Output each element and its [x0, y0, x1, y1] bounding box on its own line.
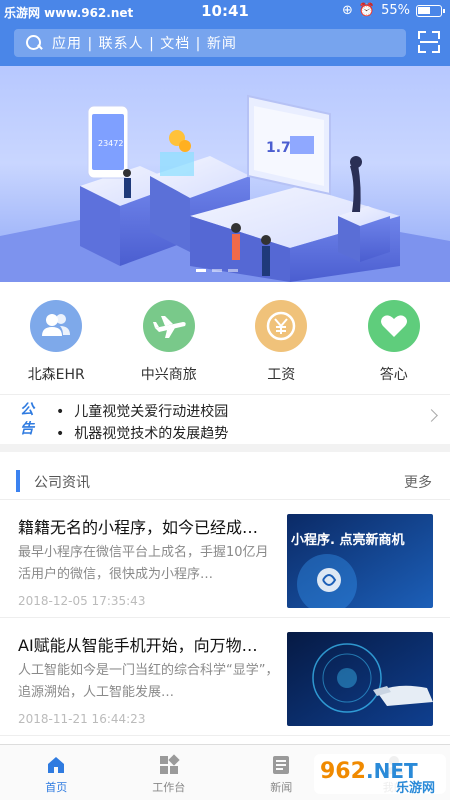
quick-label: 北森EHR: [27, 367, 85, 383]
lock-rotation-icon: ⊕: [342, 3, 353, 18]
section-title: 公司资讯: [34, 475, 90, 491]
watermark-number: 962: [320, 759, 366, 784]
tab-label: 工作台: [152, 781, 186, 794]
svg-text:23472: 23472: [98, 139, 123, 148]
notice-badge: 公告: [20, 402, 34, 437]
search-bar[interactable]: 应用 | 联系人 | 文档 | 新闻: [14, 29, 406, 57]
battery-icon: [416, 4, 445, 17]
banner-illustration: 23472 1.7: [0, 94, 450, 282]
news-item[interactable]: AI赋能从智能手机开始，向万物… 人工智能如今是一门当红的综合科学“显学”，追源…: [0, 618, 450, 736]
carousel-indicator: [196, 269, 238, 272]
news-desc: 最早小程序在微信平台上成名，手握10亿月活用户的微信，很快成为小程序…: [18, 545, 269, 582]
news-icon: [270, 754, 292, 776]
section-header: 公司资讯 更多: [0, 460, 450, 500]
quick-item-ehr[interactable]: 北森EHR: [0, 290, 113, 390]
carousel-dot[interactable]: [228, 269, 238, 272]
quick-item-salary[interactable]: 工资: [225, 290, 338, 390]
news-thumbnail: 小程序. 点亮新商机: [287, 514, 433, 608]
news-title: 籍籍无名的小程序，如今已经成…: [18, 518, 259, 537]
thumb-caption: 小程序. 点亮新商机: [291, 532, 404, 548]
news-item[interactable]: 籍籍无名的小程序，如今已经成… 最早小程序在微信平台上成名，手握10亿月活用户的…: [0, 500, 450, 618]
quick-label: 答心: [379, 367, 408, 383]
alarm-icon: ⏰: [358, 3, 376, 18]
carousel-dot[interactable]: [212, 269, 222, 272]
quick-item-travel[interactable]: 中兴商旅: [113, 290, 226, 390]
news-title: AI赋能从智能手机开始，向万物…: [18, 636, 258, 655]
notice-list: 儿童视觉关爱行动进校园 机器视觉技术的发展趋势: [56, 401, 228, 445]
yen-icon: [255, 300, 308, 352]
airplane-icon: [142, 300, 195, 352]
carousel-dot[interactable]: [196, 269, 206, 272]
section-accent-bar: [16, 470, 20, 492]
news-time: 2018-12-05 17:35:43: [18, 594, 146, 608]
people-icon: [30, 300, 83, 352]
status-bar: 乐游网 www.962.net 10:41 ⊕ ⏰ 55%: [0, 0, 450, 24]
notice-item[interactable]: 儿童视觉关爱行动进校园: [56, 401, 228, 423]
search-icon: [20, 29, 48, 57]
tab-workbench[interactable]: 工作台: [113, 745, 226, 800]
news-time: 2018-11-21 16:44:23: [18, 712, 146, 726]
quick-label: 工资: [267, 367, 296, 383]
watermark-text: 乐游网: [396, 780, 435, 796]
notice-item[interactable]: 机器视觉技术的发展趋势: [56, 423, 228, 445]
tab-home[interactable]: 首页: [0, 745, 113, 800]
home-icon: [45, 754, 67, 776]
chevron-right-icon[interactable]: [425, 409, 438, 422]
watermark-suffix: .NET: [366, 759, 418, 783]
notice-bar[interactable]: 公告 儿童视觉关爱行动进校园 机器视觉技术的发展趋势: [0, 394, 450, 452]
scan-icon[interactable]: [416, 29, 442, 55]
banner-carousel[interactable]: 23472 1.7: [0, 66, 450, 282]
quick-label: 中兴商旅: [140, 367, 197, 383]
heart-icon: [367, 300, 420, 352]
svg-text:1.7: 1.7: [266, 140, 291, 156]
status-right: ⊕ ⏰ 55%: [342, 3, 445, 18]
quick-access: 北森EHR 中兴商旅 工资 答心: [0, 290, 450, 390]
news-desc: 人工智能如今是一门当红的综合科学“显学”，追源溯始，人工智能发展…: [18, 663, 279, 700]
more-link[interactable]: 更多: [404, 472, 432, 492]
quick-item-heart[interactable]: 答心: [338, 290, 450, 390]
search-placeholder: 应用 | 联系人 | 文档 | 新闻: [52, 36, 237, 52]
battery-percent: 55%: [381, 3, 410, 18]
top-header: 乐游网 www.962.net 10:41 ⊕ ⏰ 55% 应用 | 联系人 |…: [0, 0, 450, 66]
tab-label: 首页: [45, 781, 68, 794]
news-thumbnail: [287, 632, 433, 726]
grid-icon: [158, 754, 180, 776]
site-watermark: 962 .NET 乐游网: [310, 748, 450, 800]
